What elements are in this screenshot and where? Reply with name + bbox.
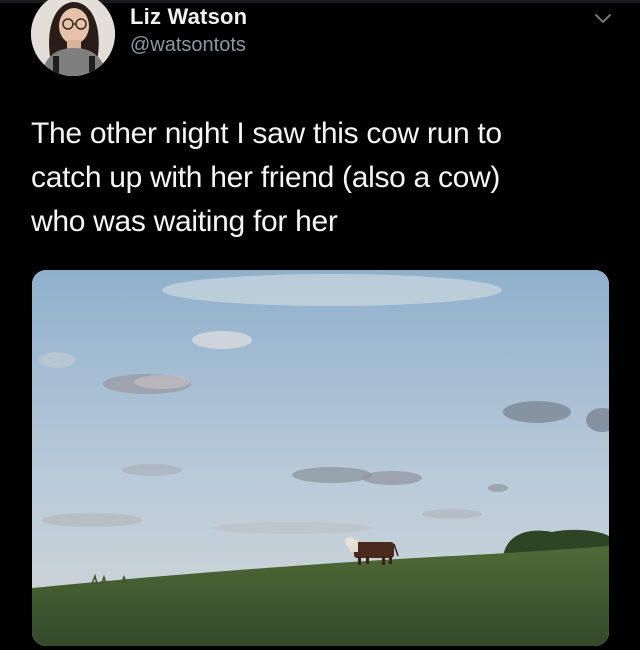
tweet-header: Liz Watson @watsontots bbox=[0, 0, 640, 80]
author-display-name[interactable]: Liz Watson bbox=[130, 4, 247, 30]
avatar-photo bbox=[31, 0, 115, 76]
tweet-text-line: who was waiting for her bbox=[31, 205, 338, 238]
cow-field-photo bbox=[32, 270, 609, 646]
tweet-text-line: catch up with her friend (also a cow) bbox=[31, 161, 501, 194]
avatar[interactable] bbox=[31, 0, 115, 76]
author-handle[interactable]: @watsontots bbox=[130, 34, 246, 57]
tweet-text: The other night I saw this cow run to ca… bbox=[31, 112, 611, 244]
tweet-text-line: The other night I saw this cow run to bbox=[31, 117, 502, 150]
tweet-media-image[interactable] bbox=[32, 270, 609, 646]
chevron-down-icon[interactable] bbox=[593, 12, 613, 26]
